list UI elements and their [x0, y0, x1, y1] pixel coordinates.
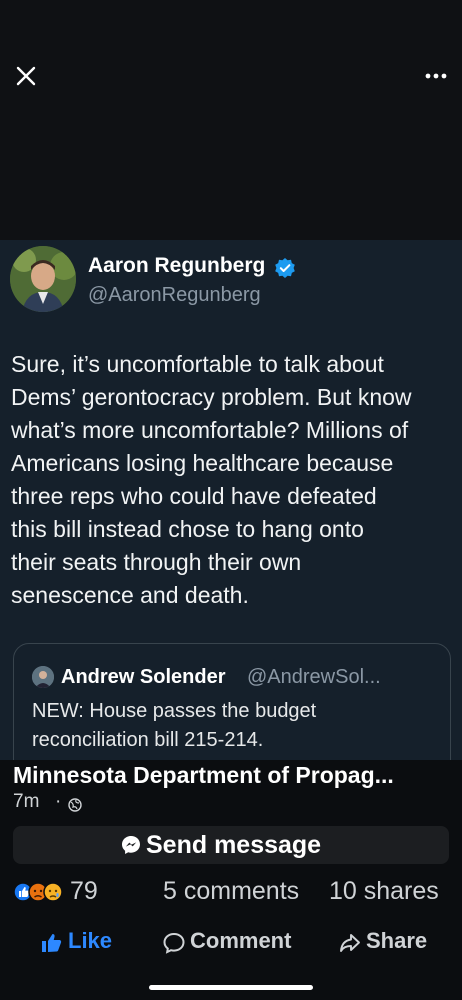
- close-icon: [16, 66, 36, 86]
- post-time: 7m: [13, 791, 40, 812]
- verified-badge-icon: [274, 257, 296, 279]
- quoted-author-avatar: [32, 666, 54, 688]
- share-label: Share: [366, 928, 428, 953]
- close-button[interactable]: [12, 62, 40, 90]
- tweet-text: Sure, it’s uncomfortable to talk about D…: [11, 351, 412, 608]
- home-indicator[interactable]: [149, 985, 313, 990]
- author-avatar: [10, 246, 76, 312]
- viewer-top-area: [0, 0, 462, 240]
- quoted-author-handle: @AndrewSol...: [247, 666, 381, 688]
- comments-count[interactable]: 5 comments: [163, 877, 299, 906]
- comment-bubble-icon: [163, 932, 185, 954]
- quoted-author-name: Andrew Solender: [61, 666, 226, 688]
- messenger-icon: [121, 835, 141, 855]
- like-label: Like: [68, 928, 113, 953]
- send-message-label: Send message: [146, 831, 322, 859]
- comment-button[interactable]: Comment: [162, 928, 312, 958]
- shares-count[interactable]: 10 shares: [329, 877, 439, 906]
- thumbs-up-icon: [42, 934, 62, 952]
- meta-separator: ·: [55, 791, 62, 812]
- globe-icon: [68, 798, 82, 812]
- quoted-tweet-text: NEW: House passes the budget reconciliat…: [32, 700, 317, 751]
- comment-label: Comment: [190, 928, 292, 953]
- reaction-icons[interactable]: [13, 880, 68, 904]
- share-arrow-icon: [340, 934, 360, 952]
- share-button[interactable]: Share: [338, 928, 448, 958]
- like-button[interactable]: Like: [40, 928, 130, 958]
- quoted-tweet: Andrew Solender @AndrewSol... NEW: House…: [13, 643, 451, 760]
- more-options-button[interactable]: [420, 66, 452, 86]
- tweet-screenshot-image[interactable]: Aaron Regunberg @AaronRegunberg Sure, it…: [0, 240, 462, 760]
- more-horizontal-icon: [425, 73, 447, 79]
- author-handle: @AaronRegunberg: [88, 284, 261, 306]
- author-name: Aaron Regunberg: [88, 254, 266, 277]
- reaction-count[interactable]: 79: [70, 877, 98, 906]
- send-message-button[interactable]: Send message: [13, 826, 449, 864]
- page-name[interactable]: Minnesota Department of Propag...: [13, 762, 394, 789]
